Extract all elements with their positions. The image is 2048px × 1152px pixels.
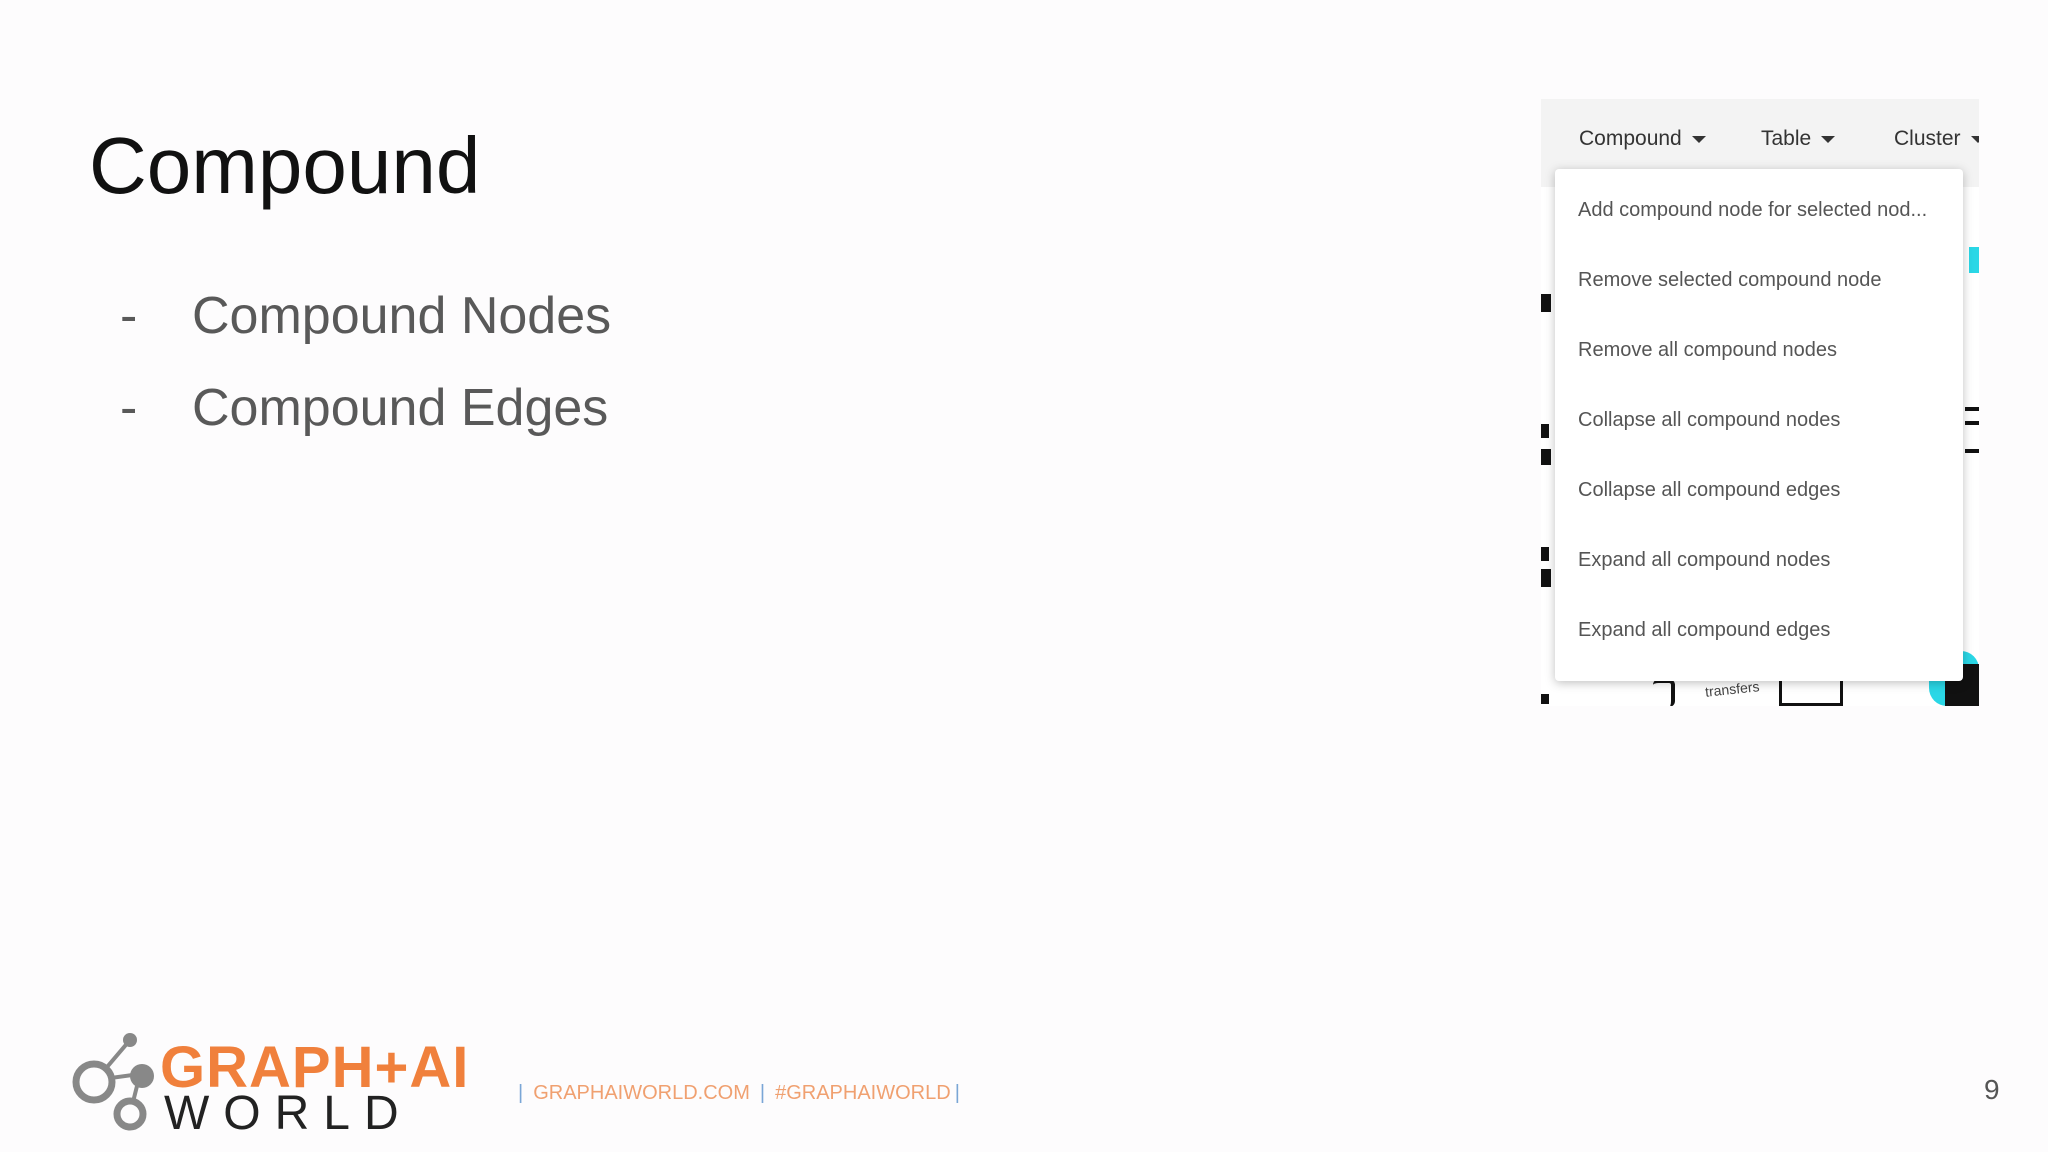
graph-node-fragment — [1653, 679, 1675, 706]
compound-dropdown-menu: Add compound node for selected nod... Re… — [1555, 169, 1963, 681]
page-number: 9 — [1984, 1074, 2000, 1105]
network-logo-icon — [72, 1033, 154, 1131]
slide-title: Compound — [89, 121, 481, 210]
caret-down-icon — [1970, 135, 1979, 143]
graph-node-fragment — [1541, 449, 1551, 465]
menu-option-expand-all-nodes[interactable]: Expand all compound nodes — [1555, 525, 1963, 595]
menu-option-collapse-all-nodes[interactable]: Collapse all compound nodes — [1555, 385, 1963, 455]
footer-divider: | — [518, 1082, 524, 1104]
menu-option-remove-selected-compound[interactable]: Remove selected compound node — [1555, 245, 1963, 315]
bullet-item: - Compound Edges — [120, 362, 611, 454]
caret-down-icon — [1691, 135, 1706, 143]
graph-node-fragment — [1965, 449, 1979, 453]
bullet-dash: - — [120, 379, 138, 437]
graph-node-fragment — [1965, 421, 1979, 425]
footer-hashtag[interactable]: #GRAPHAIWORLD — [775, 1082, 951, 1104]
graph-node-fragment — [1969, 247, 1979, 273]
menu-option-expand-all-edges[interactable]: Expand all compound edges — [1555, 595, 1963, 665]
menu-label: Compound — [1579, 127, 1682, 150]
graph-node-fragment — [1965, 407, 1979, 411]
menu-option-add-compound-node[interactable]: Add compound node for selected nod... — [1555, 175, 1963, 245]
menu-option-remove-all-compound[interactable]: Remove all compound nodes — [1555, 315, 1963, 385]
graph-node-fragment — [1541, 694, 1549, 704]
graph-node-fragment — [1779, 679, 1843, 706]
graph-ai-world-logo: GRAPH+AI WORLD — [68, 1030, 488, 1140]
menu-table[interactable]: Table — [1761, 127, 1836, 151]
graph-node-fragment — [1541, 294, 1551, 312]
graph-node-fragment — [1541, 424, 1549, 438]
bullet-text: Compound Nodes — [192, 287, 612, 345]
footer-site-link[interactable]: GRAPHAIWORLD.COM — [533, 1082, 750, 1104]
bullet-list: - Compound Nodes - Compound Edges — [120, 270, 611, 454]
embedded-screenshot: transfers Compound Table Cluster Add com… — [1541, 99, 1979, 706]
graph-label-fragment: transfers — [1704, 678, 1761, 700]
bullet-item: - Compound Nodes — [120, 270, 611, 362]
menu-label: Cluster — [1894, 127, 1961, 150]
menu-option-collapse-all-edges[interactable]: Collapse all compound edges — [1555, 455, 1963, 525]
menu-label: Table — [1761, 127, 1812, 150]
footer-links: | GRAPHAIWORLD.COM | #GRAPHAIWORLD | — [508, 1082, 970, 1105]
footer-divider: | — [954, 1082, 960, 1104]
caret-down-icon — [1821, 135, 1836, 143]
footer-divider: | — [759, 1082, 766, 1104]
menu-compound[interactable]: Compound — [1579, 127, 1706, 151]
logo-text-world: WORLD — [164, 1087, 413, 1140]
menu-cluster[interactable]: Cluster — [1894, 127, 1979, 151]
graph-node-fragment — [1541, 547, 1549, 561]
graph-node-fragment — [1541, 569, 1551, 587]
bullet-dash: - — [120, 287, 138, 345]
bullet-text: Compound Edges — [192, 379, 609, 437]
